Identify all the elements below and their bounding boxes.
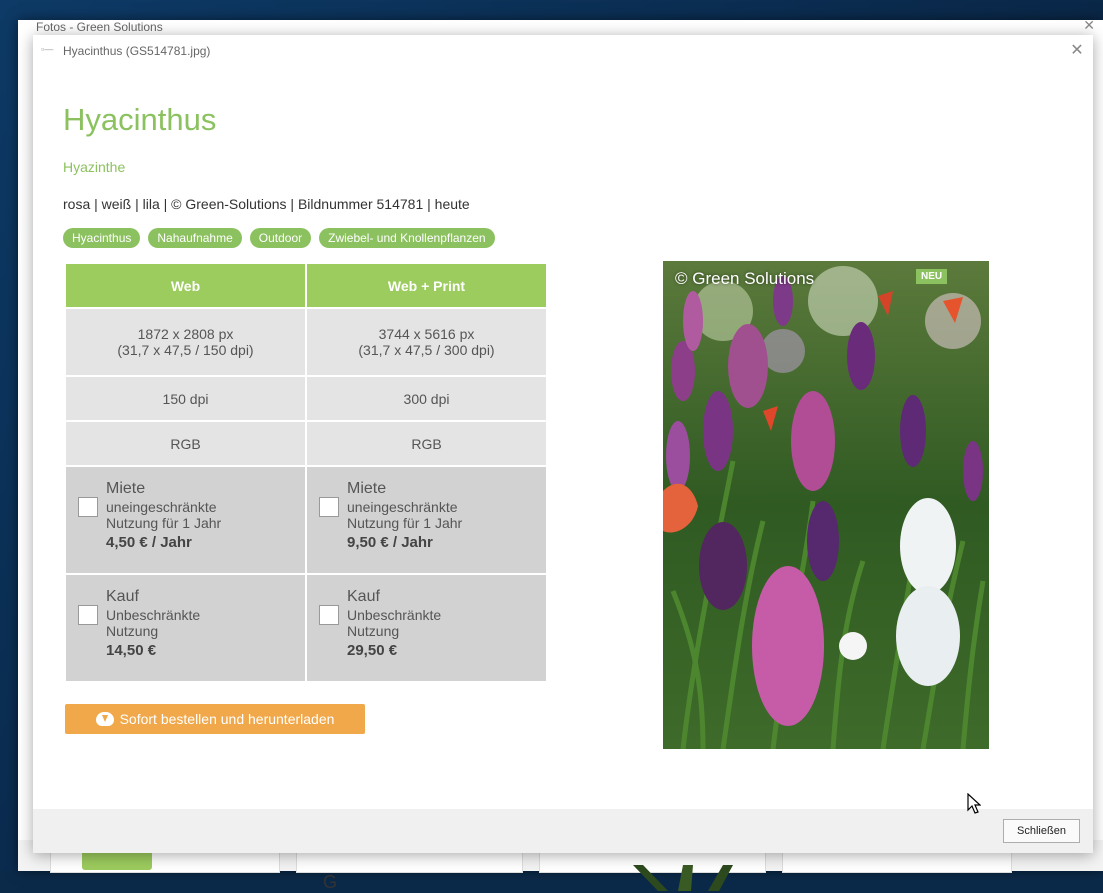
- option-desc: Unbeschränkte: [106, 607, 201, 623]
- resolution-size: (31,7 x 47,5 / 300 dpi): [358, 342, 495, 358]
- option-desc: Nutzung: [106, 623, 159, 639]
- buy-row: Kauf Unbeschränkte Nutzung 14,50 € Kauf …: [66, 575, 546, 681]
- dialog-footer: [33, 809, 1093, 853]
- tag-nahaufnahme[interactable]: Nahaufnahme: [148, 228, 242, 248]
- option-desc: Nutzung für 1 Jahr: [347, 515, 463, 531]
- resolution-cell-web: 1872 x 2808 px (31,7 x 47,5 / 150 dpi): [66, 309, 305, 375]
- rent-option-web-print: Miete uneingeschränkte Nutzung für 1 Jah…: [307, 467, 546, 573]
- color-mode-cell-web: RGB: [66, 422, 305, 465]
- rent-web-checkbox[interactable]: [78, 497, 98, 517]
- resolution-cell-web-print: 3744 x 5616 px (31,7 x 47,5 / 300 dpi): [307, 309, 546, 375]
- rent-option-web: Miete uneingeschränkte Nutzung für 1 Jah…: [66, 467, 305, 573]
- rent-row: Miete uneingeschränkte Nutzung für 1 Jah…: [66, 467, 546, 573]
- resolution-px: 3744 x 5616 px: [378, 326, 475, 342]
- column-header-web-print: Web + Print: [307, 264, 546, 307]
- mouse-cursor-icon: [967, 793, 981, 814]
- dpi-row: 150 dpi 300 dpi: [66, 377, 546, 420]
- option-price: 4,50 € / Jahr: [106, 534, 192, 551]
- app-icon: ▫—: [41, 44, 54, 54]
- buy-web-checkbox[interactable]: [78, 605, 98, 625]
- option-title: Kauf: [347, 588, 380, 605]
- option-desc: Unbeschränkte: [347, 607, 442, 623]
- pricing-header-row: Web Web + Print: [66, 264, 546, 307]
- rent-web-text: Miete uneingeschränkte Nutzung für 1 Jah…: [106, 481, 221, 551]
- photo-meta-line: rosa | weiß | lila | © Green-Solutions |…: [63, 196, 470, 212]
- color-mode-cell-web-print: RGB: [307, 422, 546, 465]
- photo-botanical-name: Hyacinthus: [63, 102, 217, 137]
- resolution-row: 1872 x 2808 px (31,7 x 47,5 / 150 dpi) 3…: [66, 309, 546, 375]
- hyacinth-photo-image: [663, 261, 989, 749]
- tag-outdoor[interactable]: Outdoor: [249, 228, 312, 248]
- tag-hyacinthus[interactable]: Hyacinthus: [63, 228, 141, 248]
- dpi-cell-web: 150 dpi: [66, 377, 305, 420]
- resolution-size: (31,7 x 47,5 / 150 dpi): [117, 342, 254, 358]
- buy-option-web-print: Kauf Unbeschränkte Nutzung 29,50 €: [307, 575, 546, 681]
- image-watermark: © Green Solutions: [675, 269, 815, 288]
- color-mode-row: RGB RGB: [66, 422, 546, 465]
- resolution-px: 1872 x 2808 px: [137, 326, 234, 342]
- close-icon[interactable]: ✕: [1067, 41, 1087, 61]
- buy-web-text: Kauf Unbeschränkte Nutzung 14,50 €: [106, 589, 200, 659]
- rent-web-print-text: Miete uneingeschränkte Nutzung für 1 Jah…: [347, 481, 462, 551]
- column-header-web: Web: [66, 264, 305, 307]
- photo-common-name: Hyazinthe: [63, 159, 126, 175]
- tag-list: Hyacinthus Nahaufnahme Outdoor Zwiebel- …: [63, 228, 495, 248]
- cloud-download-icon: [95, 712, 114, 726]
- dialog-title: Hyacinthus (GS514781.jpg): [63, 44, 211, 58]
- buy-option-web: Kauf Unbeschränkte Nutzung 14,50 €: [66, 575, 305, 681]
- order-download-button[interactable]: Sofort bestellen und herunterladen: [65, 704, 365, 734]
- option-desc: Nutzung für 1 Jahr: [106, 515, 222, 531]
- tag-zwiebel-knollenpflanzen[interactable]: Zwiebel- und Knollenpflanzen: [319, 228, 495, 248]
- background-snippet-text: G: [323, 872, 338, 892]
- background-plant-image: [633, 865, 733, 891]
- close-button[interactable]: Schließen: [1003, 819, 1080, 843]
- option-title: Miete: [106, 480, 146, 497]
- new-badge: NEU: [916, 269, 948, 284]
- pricing-table: Web Web + Print 1872 x 2808 px (31,7 x 4…: [64, 262, 548, 683]
- dpi-cell-web-print: 300 dpi: [307, 377, 546, 420]
- rent-web-print-checkbox[interactable]: [319, 497, 339, 517]
- option-price: 14,50 €: [106, 642, 157, 659]
- option-price: 29,50 €: [347, 642, 398, 659]
- photo-detail-dialog: ▫— Hyacinthus (GS514781.jpg) ✕ Hyacinthu…: [33, 35, 1093, 853]
- dialog-titlebar: ▫— Hyacinthus (GS514781.jpg) ✕: [33, 35, 1093, 67]
- buy-web-print-text: Kauf Unbeschränkte Nutzung 29,50 €: [347, 589, 441, 659]
- option-desc: uneingeschränkte: [106, 499, 217, 515]
- option-desc: Nutzung: [347, 623, 400, 639]
- photo-preview[interactable]: © Green Solutions NEU: [663, 261, 989, 749]
- option-price: 9,50 € / Jahr: [347, 534, 433, 551]
- option-title: Kauf: [106, 588, 139, 605]
- option-desc: uneingeschränkte: [347, 499, 458, 515]
- order-download-label: Sofort bestellen und herunterladen: [119, 711, 335, 727]
- option-title: Miete: [347, 480, 387, 497]
- buy-web-print-checkbox[interactable]: [319, 605, 339, 625]
